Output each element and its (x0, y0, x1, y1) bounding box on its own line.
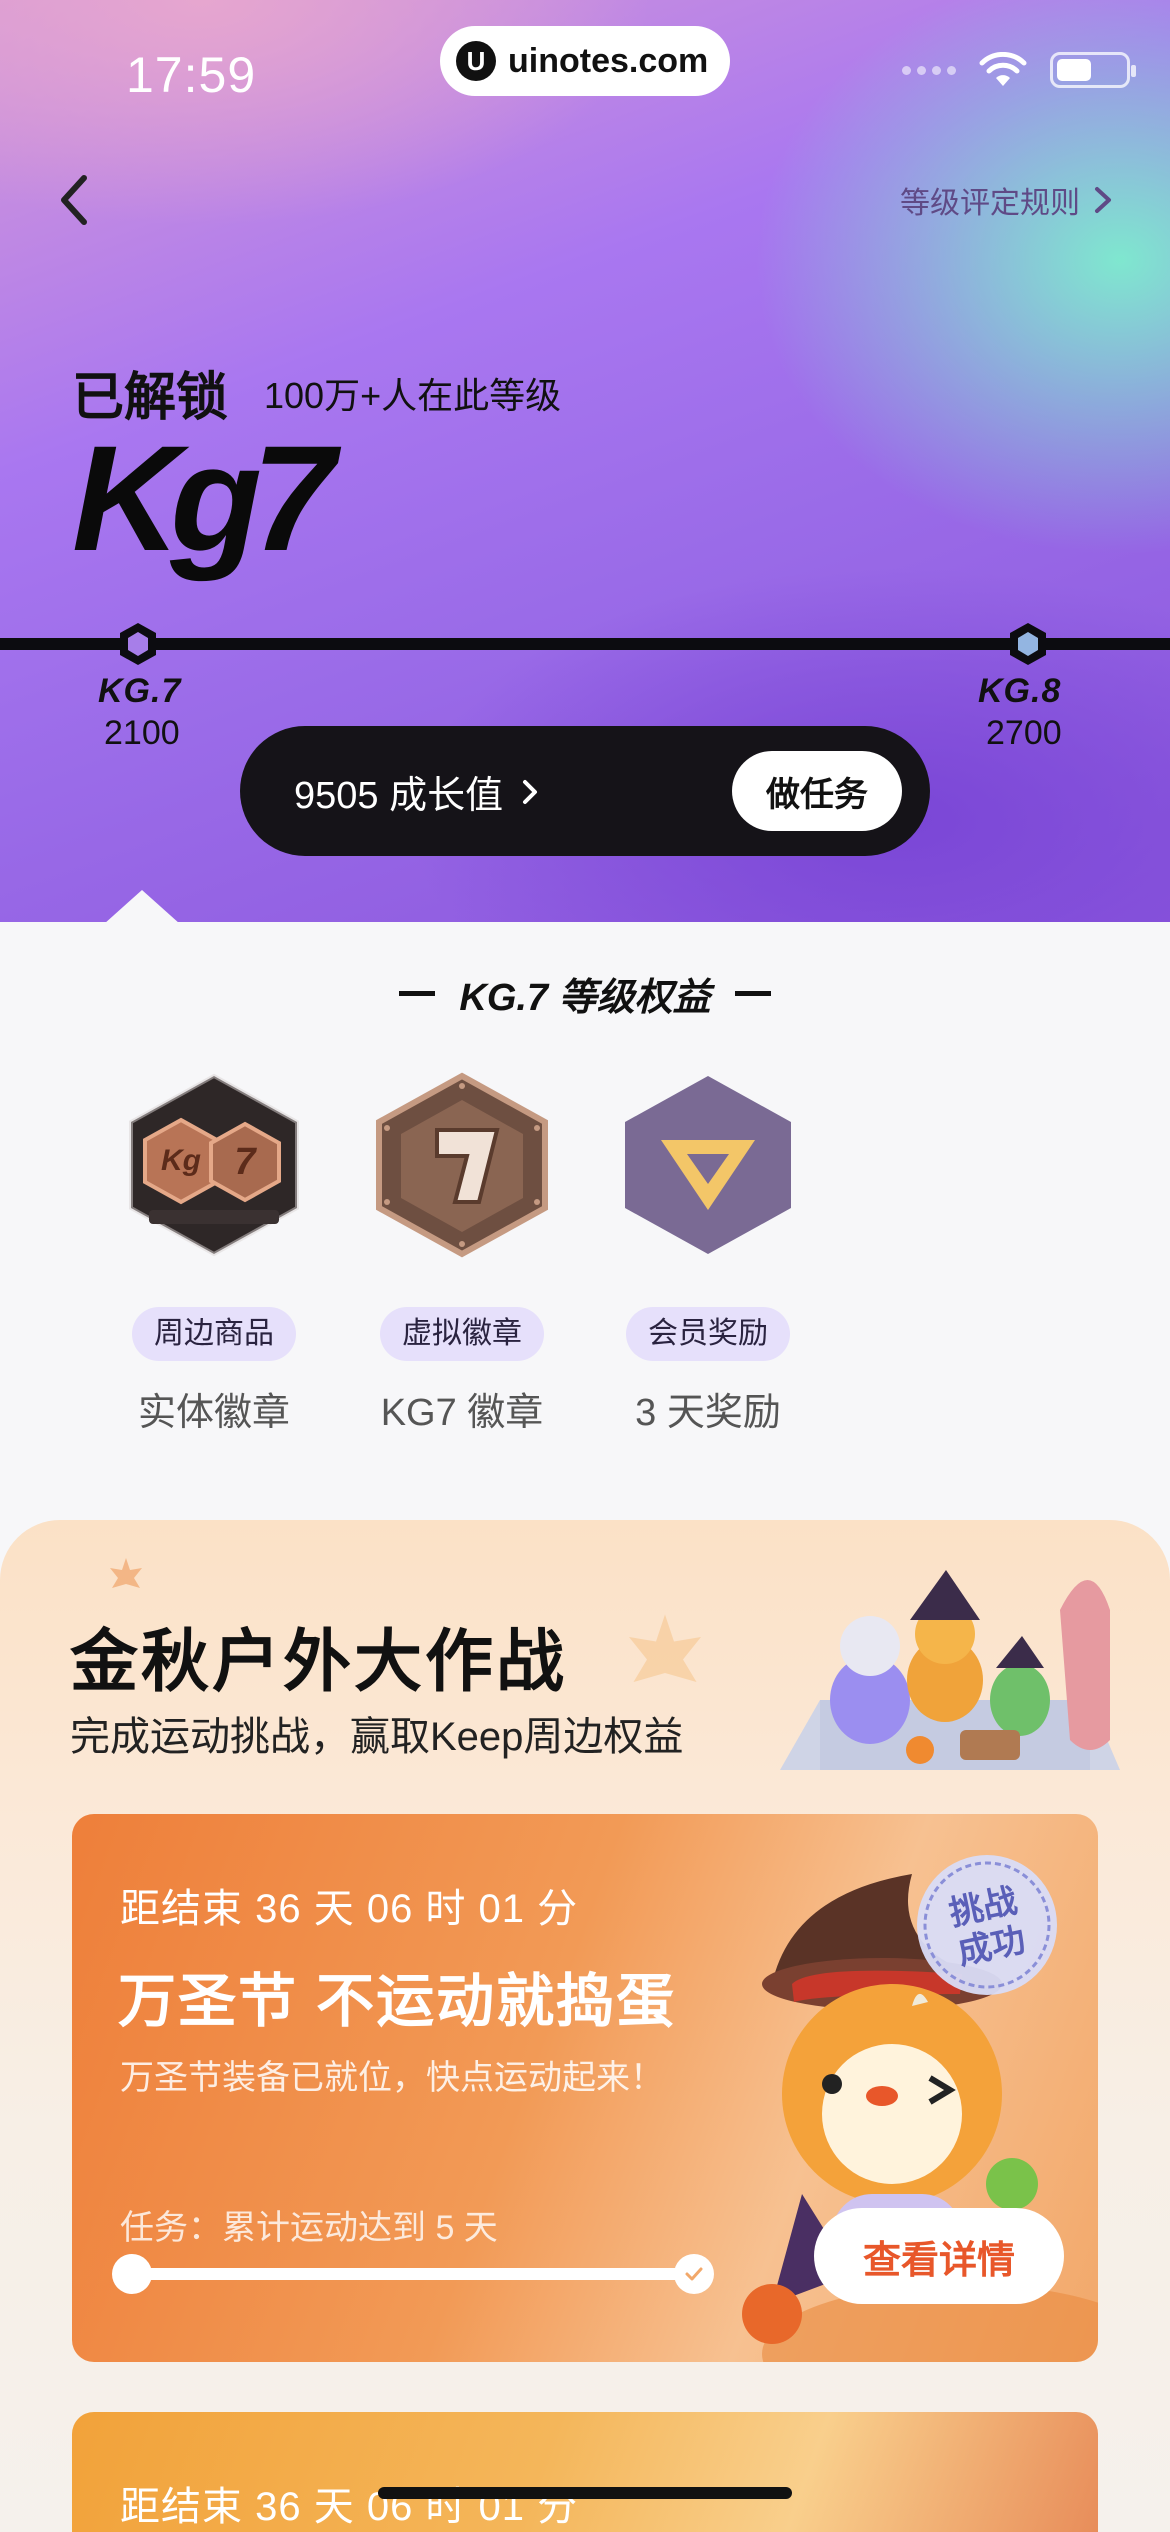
growth-pill: 9505 成长值 做任务 (240, 726, 930, 856)
maple-leaf-icon (110, 1558, 142, 1588)
benefit-tag: 会员奖励 (626, 1307, 790, 1361)
watermark-text: uinotes.com (508, 41, 709, 80)
back-icon[interactable] (50, 170, 100, 230)
current-level-value: 2100 (104, 714, 180, 752)
next-level-label: KG.8 (978, 672, 1062, 710)
task-progress-bar (112, 2254, 714, 2294)
next-level-node-icon (1010, 623, 1046, 665)
signal-icon (902, 65, 956, 75)
progress-start-knob (112, 2254, 152, 2294)
level-pointer (104, 890, 180, 924)
growth-value-link[interactable]: 9505 成长值 (294, 764, 539, 819)
challenge-success-stamp: 挑战 成功 (917, 1855, 1057, 1995)
card-description: 万圣节装备已就位，快点运动起来！ (120, 2059, 664, 2097)
campaign-mascots-illustration (780, 1570, 1120, 1770)
campaign-title: 金秋户外大作战 (70, 1624, 568, 1700)
people-count: 100万+人在此等级 (264, 375, 562, 416)
benefit-name: 3 天奖励 (635, 1392, 781, 1434)
virtual-badge-icon (376, 1072, 548, 1258)
level-logo: Kg7 (72, 420, 352, 582)
progress-complete-icon (674, 2254, 714, 2294)
benefit-tag: 虚拟徽章 (380, 1307, 544, 1361)
rules-label: 等级评定规则 (900, 187, 1080, 220)
benefit-name: 实体徽章 (137, 1392, 290, 1434)
unlocked-label: 已解锁 (72, 369, 229, 427)
wifi-icon (979, 52, 1027, 86)
card-countdown: 距结束 36 天 06 时 01 分 (120, 2485, 579, 2529)
vip-reward-icon (625, 1076, 791, 1254)
level-track (0, 638, 1170, 650)
home-indicator[interactable] (378, 2487, 792, 2499)
card-task: 任务：累计运动达到 5 天 (120, 2209, 498, 2247)
chevron-right-icon (1095, 187, 1111, 213)
card-countdown: 距结束 36 天 06 时 01 分 (120, 1887, 579, 1931)
view-details-button[interactable]: 查看详情 (814, 2208, 1064, 2304)
growth-value: 9505 成长值 (294, 775, 504, 817)
do-task-button[interactable]: 做任务 (732, 751, 902, 831)
benefits-title-text: KG.7 等级权益 (459, 977, 711, 1019)
benefit-item[interactable]: 会员奖励 3 天奖励 (598, 1070, 818, 1436)
rules-link[interactable]: 等级评定规则 (900, 178, 1114, 222)
benefit-tag: 周边商品 (132, 1307, 296, 1361)
physical-badge-icon: Kg 7 (129, 1073, 299, 1257)
page: 17:59 U uinotes.com 等级评定规则 已解锁 100万+人在此等… (0, 0, 1170, 2532)
current-level-label: KG.7 (98, 672, 182, 710)
next-level-value: 2700 (986, 714, 1062, 752)
benefit-item[interactable]: Kg 7 周边商品 实体徽章 (104, 1070, 324, 1436)
benefits-title: KG.7 等级权益 (0, 966, 1170, 1021)
svg-text:7: 7 (234, 1141, 257, 1183)
watermark: U uinotes.com (440, 26, 730, 96)
card-title: 万圣节 不运动就捣蛋 (118, 1969, 677, 2034)
status-icons (902, 52, 1136, 88)
battery-icon (1050, 52, 1136, 88)
challenge-card[interactable]: 距结束 36 天 06 时 01 分 (72, 2412, 1098, 2532)
benefit-name: KG7 徽章 (380, 1392, 544, 1434)
challenge-card[interactable]: 挑战 成功 距结束 36 天 06 时 01 分 万圣节 不运动就捣蛋 万圣节装… (72, 1814, 1098, 2362)
chevron-right-icon (523, 779, 538, 804)
svg-text:Kg: Kg (161, 1144, 201, 1177)
campaign-subtitle: 完成运动挑战，赢取Keep周边权益 (70, 1715, 684, 1759)
level-logo-text: Kg7 (72, 420, 342, 582)
status-time: 17:59 (126, 47, 257, 103)
current-level-node-icon (120, 623, 156, 665)
level-hero: 17:59 U uinotes.com 等级评定规则 已解锁 100万+人在此等… (0, 0, 1170, 924)
watermark-logo-icon: U (456, 41, 496, 81)
benefit-item[interactable]: 虚拟徽章 KG7 徽章 (352, 1070, 572, 1436)
maple-leaf-icon (629, 1614, 701, 1682)
